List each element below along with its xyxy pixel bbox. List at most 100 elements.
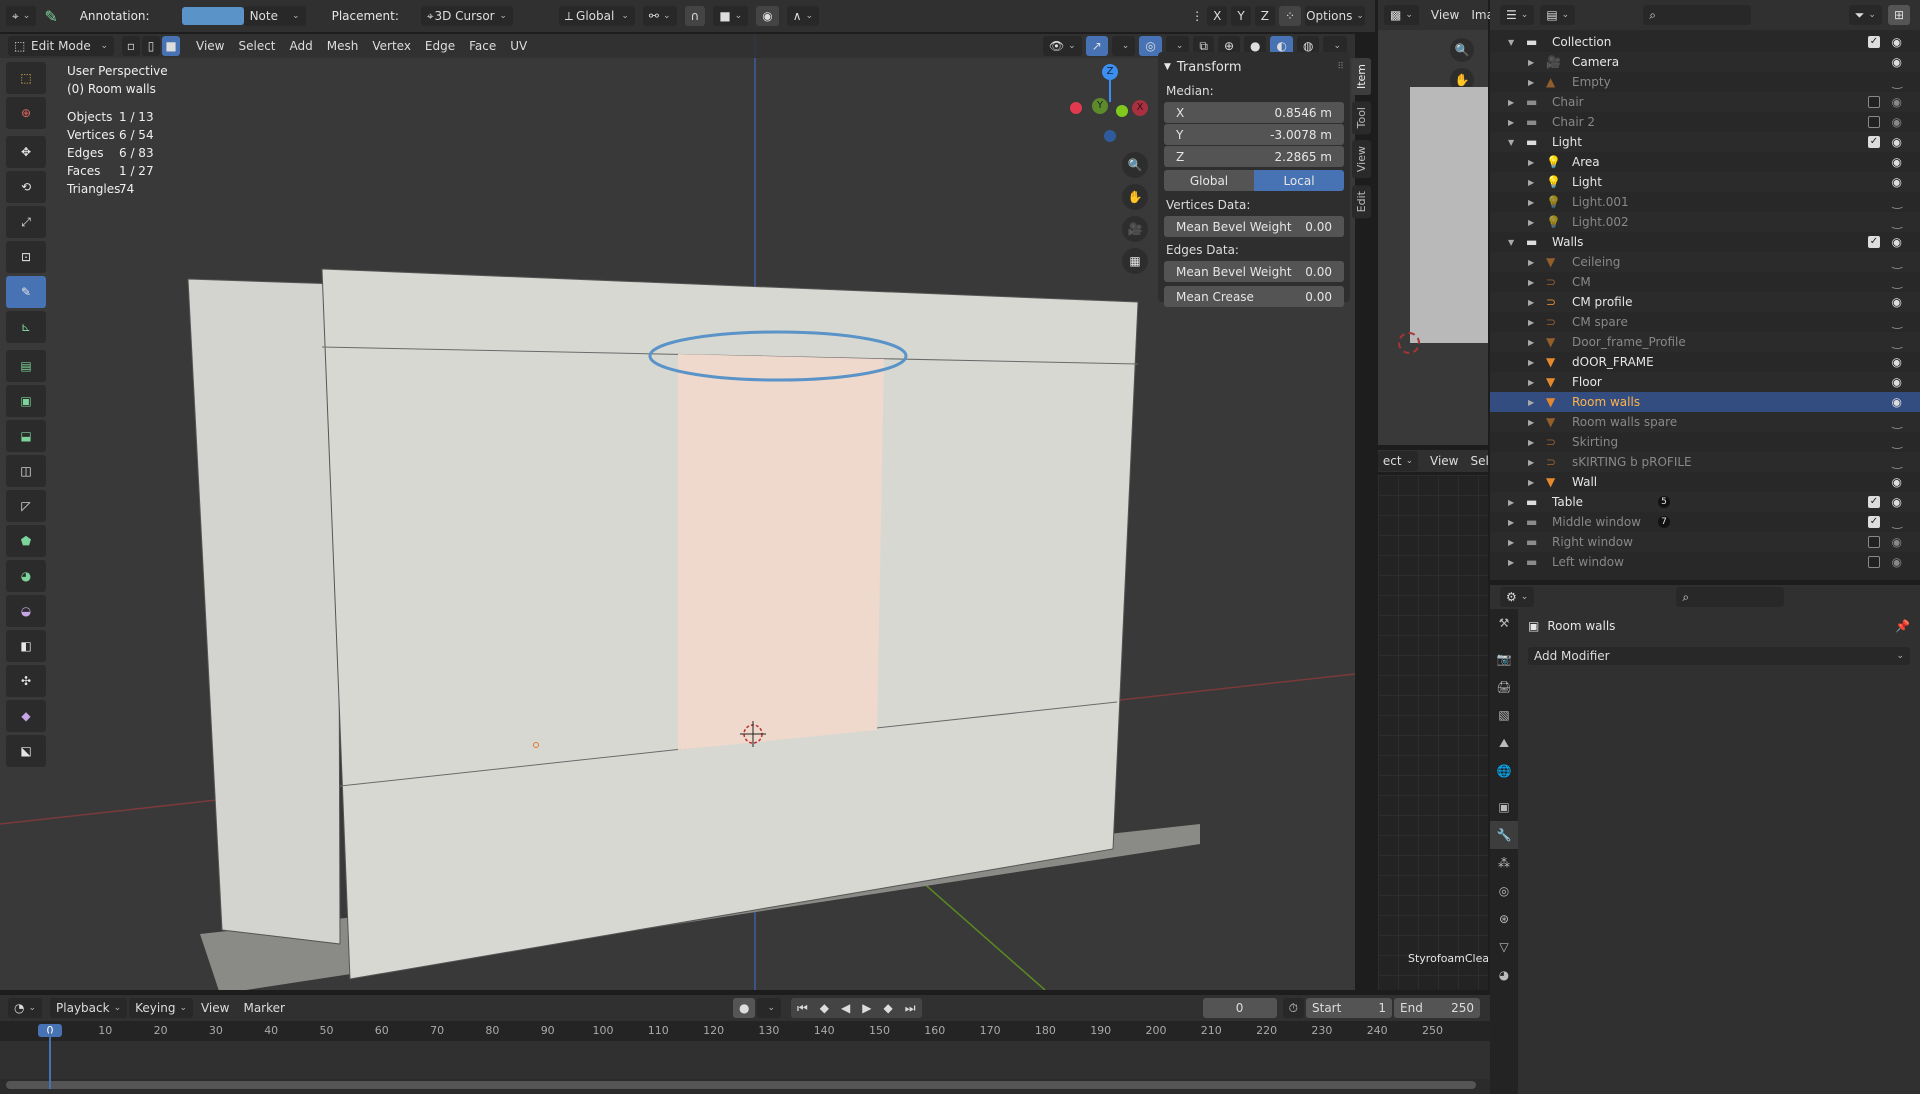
eye-closed-icon[interactable]: ‿ [1892, 215, 1902, 229]
annotation-color-swatch[interactable] [181, 7, 244, 25]
collapsed-triangle-icon[interactable]: ▶ [1508, 98, 1514, 107]
pan-view-button[interactable]: ✋ [1122, 184, 1148, 210]
gizmo-z-axis[interactable]: Z [1102, 64, 1118, 80]
mirror-x-toggle[interactable]: X [1207, 6, 1228, 26]
menu-add[interactable]: Add [284, 35, 319, 57]
outliner-row[interactable]: ▶ 💡 Area ◉ [1490, 152, 1920, 172]
placement-dropdown[interactable]: ⌖ 3D Cursor ⌄ [420, 6, 513, 26]
keying-menu[interactable]: Keying ⌄ [129, 998, 193, 1018]
collapsed-triangle-icon[interactable]: ▶ [1508, 558, 1514, 567]
tool-knife[interactable]: ◸ [6, 490, 46, 522]
node-menu-select[interactable]: Sel [1470, 450, 1488, 472]
auto-merge-toggle[interactable]: ⁘ [1278, 6, 1301, 26]
filter-dropdown[interactable]: ⏷ ⌄ [1848, 5, 1882, 25]
median-z-field[interactable]: Z 2.2865 m [1164, 146, 1344, 167]
tool-poly-build[interactable]: ⬟ [6, 525, 46, 557]
camera-view-button[interactable]: 🎥 [1122, 216, 1148, 242]
collapsed-triangle-icon[interactable]: ▶ [1528, 458, 1534, 467]
edge-select-toggle[interactable]: ▯ [142, 36, 160, 56]
outliner-row[interactable]: ▶ ▼ Floor ◉ [1490, 372, 1920, 392]
add-modifier-dropdown[interactable]: Add Modifier ⌄ [1528, 647, 1910, 665]
outliner-item-name[interactable]: CM [1572, 275, 1591, 289]
current-frame-field[interactable]: 0 [1202, 998, 1277, 1018]
outliner-item-name[interactable]: Light.001 [1572, 195, 1629, 209]
collapsed-triangle-icon[interactable]: ▶ [1528, 358, 1534, 367]
outliner-row[interactable]: ▼ ▬ Collection ✓ ◉ [1490, 32, 1920, 52]
eye-open-icon[interactable]: ◉ [1892, 155, 1902, 169]
tool-shear[interactable]: ◆ [6, 700, 46, 732]
keying-set-dropdown[interactable]: ⌄ [757, 998, 781, 1018]
image-editor[interactable]: ▩ ⌄ View Ima 🔍 ✋ [1378, 0, 1494, 445]
eye-closed-icon[interactable]: ‿ [1892, 435, 1902, 449]
gizmo-dropdown[interactable]: ⌄ [1111, 36, 1136, 56]
tool-smooth[interactable]: ◒ [6, 595, 46, 627]
gizmo-toggle[interactable]: ↗ [1085, 36, 1108, 56]
collapsed-triangle-icon[interactable]: ▶ [1508, 118, 1514, 127]
mode-dropdown[interactable]: ⬚ Edit Mode ⌄ [8, 36, 114, 56]
node-label[interactable]: StyrofoamClean [1408, 952, 1488, 965]
gizmo-y-axis[interactable]: Y [1092, 98, 1108, 114]
pin-icon[interactable]: 📌 [1895, 619, 1910, 633]
outliner-item-name[interactable]: Area [1572, 155, 1600, 169]
tool-cursor[interactable]: ⊕ [6, 97, 46, 129]
collapsed-triangle-icon[interactable]: ▶ [1528, 338, 1534, 347]
collapsed-triangle-icon[interactable]: ▶ [1528, 438, 1534, 447]
3d-viewport[interactable]: ⬚ Edit Mode ⌄ ▫ ▯ ■ View Select Add Mesh V… [0, 34, 1355, 990]
outliner-row[interactable]: ▶ 🎥 Camera ◉ [1490, 52, 1920, 72]
eye-open-icon[interactable]: ◉ [1892, 555, 1902, 569]
tool-extrude-region[interactable]: ▤ [6, 350, 46, 382]
editor-type-button[interactable]: ⌖ ⌄ [6, 6, 37, 26]
eye-open-icon[interactable]: ◉ [1892, 235, 1902, 249]
timeline-type-button[interactable]: ◔ ⌄ [8, 998, 43, 1018]
outliner-row[interactable]: ▶ ▬ Chair 2 ◉ [1490, 112, 1920, 132]
outliner-row[interactable]: ▶ ⊃ CM spare ‿ [1490, 312, 1920, 332]
navigation-gizmo[interactable]: Z Y X [1068, 62, 1148, 142]
eye-closed-icon[interactable]: ‿ [1892, 335, 1902, 349]
play-reverse-button[interactable]: ◀ [835, 998, 856, 1018]
eye-open-icon[interactable]: ◉ [1892, 475, 1902, 489]
properties-tab-view-layer[interactable]: ▧ [1490, 701, 1518, 729]
collapsed-triangle-icon[interactable]: ▶ [1528, 278, 1534, 287]
eye-open-icon[interactable]: ◉ [1892, 535, 1902, 549]
outliner-row[interactable]: ▶ 💡 Light ◉ [1490, 172, 1920, 192]
collapsed-triangle-icon[interactable]: ▶ [1528, 478, 1534, 487]
image-menu-view[interactable]: View [1425, 4, 1465, 26]
exclude-checkbox[interactable]: ✓ [1868, 516, 1880, 528]
global-toggle[interactable]: Global [1164, 170, 1254, 191]
zoom-view-button[interactable]: 🔍 [1122, 152, 1148, 178]
eye-closed-icon[interactable]: ‿ [1892, 275, 1902, 289]
outliner-item-name[interactable]: Camera [1572, 55, 1619, 69]
outliner-row[interactable]: ▶ ▼ dOOR_FRAME ◉ [1490, 352, 1920, 372]
outliner-item-name[interactable]: Room walls spare [1572, 415, 1677, 429]
outliner-item-name[interactable]: Walls [1552, 235, 1583, 249]
expanded-triangle-icon[interactable]: ▼ [1508, 238, 1514, 247]
tool-move[interactable]: ✥ [6, 136, 46, 168]
jump-start-button[interactable]: ⏮ [791, 998, 814, 1018]
outliner-item-name[interactable]: Room walls [1572, 395, 1640, 409]
exclude-checkbox[interactable]: ✓ [1868, 36, 1880, 48]
eye-open-icon[interactable]: ◉ [1892, 95, 1902, 109]
properties-tab-particles[interactable]: ⁂ [1490, 849, 1518, 877]
collapsed-triangle-icon[interactable]: ▶ [1508, 518, 1514, 527]
menu-uv[interactable]: UV [504, 35, 533, 57]
tool-rotate[interactable]: ⟲ [6, 171, 46, 203]
exclude-checkbox[interactable] [1868, 556, 1880, 568]
outliner-row[interactable]: ▶ ▼ Ceileing ‿ [1490, 252, 1920, 272]
tool-shrink-fatten[interactable]: ✣ [6, 665, 46, 697]
menu-vertex[interactable]: Vertex [366, 35, 417, 57]
outliner-row[interactable]: ▶ ▬ Chair ◉ [1490, 92, 1920, 112]
face-select-toggle[interactable]: ■ [162, 36, 180, 56]
outliner-item-name[interactable]: Chair 2 [1552, 115, 1595, 129]
eye-open-icon[interactable]: ◉ [1892, 355, 1902, 369]
outliner-item-name[interactable]: Light.002 [1572, 215, 1629, 229]
timeline-track-area[interactable] [0, 1041, 1490, 1079]
menu-face[interactable]: Face [463, 35, 502, 57]
node-select-dropdown[interactable]: ect ⌄ [1378, 451, 1418, 471]
menu-view[interactable]: View [190, 35, 230, 57]
outliner-row[interactable]: ▶ 💡 Light.001 ‿ [1490, 192, 1920, 212]
outliner-item-name[interactable]: Middle window [1552, 515, 1641, 529]
sidebar-tab-view[interactable]: View [1352, 140, 1371, 179]
tool-rip-region[interactable]: ⬕ [6, 735, 46, 767]
outliner-item-name[interactable]: Floor [1572, 375, 1602, 389]
tool-transform[interactable]: ⊡ [6, 241, 46, 273]
